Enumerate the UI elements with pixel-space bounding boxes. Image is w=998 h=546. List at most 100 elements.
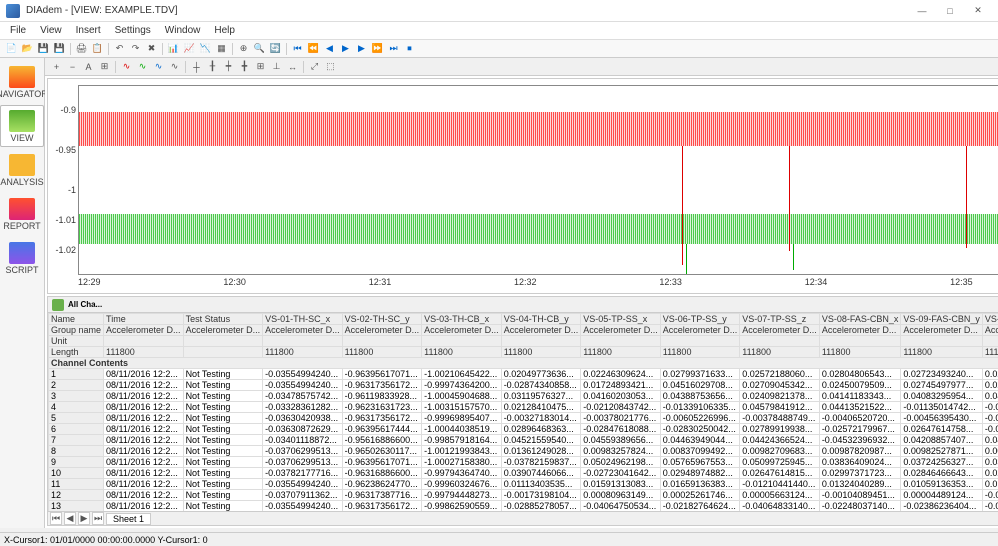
table-cell[interactable]: -0.01135014742... [901,402,983,413]
table-cell[interactable]: -0.00456395430... [901,413,983,424]
table-cell[interactable]: -0.03554994240... [263,380,343,391]
table-cell[interactable]: -0.02460505570... [982,501,998,512]
table-header-cell[interactable]: 111800 [501,347,581,358]
table-cell[interactable]: -0.03401118872... [263,435,343,446]
table-cell[interactable]: 0.03730296727... [982,457,998,468]
table-cell[interactable]: 6 [49,424,104,435]
maximize-button[interactable]: □ [936,2,964,20]
table-header-cell[interactable]: Accelerometer D... [660,325,740,336]
table-header-cell[interactable]: Accelerometer D... [581,325,661,336]
table-cell[interactable]: -0.03706299513... [263,446,343,457]
table-cell[interactable]: 0.05099725945... [740,457,820,468]
table-cell[interactable]: -1.00044038519... [422,424,502,435]
table-cell[interactable]: 9 [49,457,104,468]
table-cell[interactable]: -0.03554994240... [263,501,343,512]
next-fast-icon[interactable]: ⏩ [370,41,385,56]
table-cell[interactable]: 0.04516029708... [660,380,740,391]
table-cell[interactable]: -0.02386236404... [901,501,983,512]
table-cell[interactable]: -0.01210441440... [740,479,820,490]
stop-icon[interactable]: ⏹ [402,41,417,56]
table-cell[interactable]: -0.00327183014... [501,413,581,424]
table-cell[interactable]: 0.02752639565... [982,369,998,380]
table-header-cell[interactable]: VS-08-FAS-CBN_x [819,314,901,325]
table-cell[interactable]: -0.96502630117... [342,446,422,457]
table-cell[interactable]: -0.99974364200... [422,380,502,391]
table-row[interactable]: Group nameAccelerometer D...Acceleromete… [49,325,998,336]
table-cell[interactable]: 0.00025261746... [660,490,740,501]
table-cell[interactable]: 11 [49,479,104,490]
table-cell[interactable]: 0.02572188060... [740,369,820,380]
table-cell[interactable]: -0.02723041642... [581,468,661,479]
table-cell[interactable]: 0.03119576327... [501,391,581,402]
table-cell[interactable]: 0.04161569755... [982,391,998,402]
last-icon[interactable]: ⏭ [386,41,401,56]
table-cell[interactable]: 10 [49,468,104,479]
sheet-tab[interactable]: Sheet 1 [106,513,151,525]
new-icon[interactable]: 📄 [4,41,19,56]
table-header-cell[interactable]: Test Status [183,314,263,325]
table-header-cell[interactable]: Accelerometer D... [740,325,820,336]
table-cell[interactable]: 08/11/2016 12:2... [104,380,184,391]
table-cell[interactable]: 08/11/2016 12:2... [104,490,184,501]
first-icon[interactable]: ⏮ [290,41,305,56]
table-cell[interactable]: Not Testing [183,435,263,446]
chart-icon[interactable]: 📊 [166,41,181,56]
table-cell[interactable]: 0.04579841912... [740,402,820,413]
table-cell[interactable]: 0.00982527871... [901,446,983,457]
table-cell[interactable]: -0.00616520720... [982,413,998,424]
table-cell[interactable]: 08/11/2016 12:2... [104,435,184,446]
table-cell[interactable]: -0.02120843742... [581,402,661,413]
table-cell[interactable]: 1 [49,369,104,380]
table-cell[interactable]: Not Testing [183,424,263,435]
table-cell[interactable]: -0.04380666036... [982,424,998,435]
tool-b-icon[interactable]: ⊞ [97,59,112,74]
minimize-button[interactable]: — [908,2,936,20]
table-cell[interactable]: -0.02182764624... [660,501,740,512]
table-cell[interactable]: -0.03707911362... [263,490,343,501]
table-cell[interactable]: 0.02745497977... [901,380,983,391]
table-cell[interactable]: -0.96317387716... [342,490,422,501]
table-cell[interactable]: -0.01198470448... [982,402,998,413]
table-cell[interactable]: 0.04388753656... [660,391,740,402]
table-cell[interactable]: 08/11/2016 12:2... [104,468,184,479]
table-header-cell[interactable]: VS-03-TH-CB_x [422,314,502,325]
table-header-cell[interactable]: Accelerometer D... [183,325,263,336]
table-header-cell[interactable]: 111800 [581,347,661,358]
table-cell[interactable]: 0.02896468363... [501,424,581,435]
table-cell[interactable]: 0.02804806543... [819,369,901,380]
table-cell[interactable]: 0.04682647413... [982,435,998,446]
data-table-scroll[interactable]: NameTimeTest StatusVS-01-TH-SC_xVS-02-TH… [48,313,998,511]
table-cell[interactable]: 4 [49,402,104,413]
cursor4-icon[interactable]: ╋ [237,59,252,74]
grid-icon[interactable]: ⊞ [253,59,268,74]
menu-insert[interactable]: Insert [70,24,107,37]
undo-icon[interactable]: ↶ [112,41,127,56]
table-cell[interactable]: -0.99862590559... [422,501,502,512]
table-cell[interactable]: Not Testing [183,380,263,391]
curve2-icon[interactable]: ∿ [135,59,150,74]
table-cell[interactable]: 0.02846466643... [901,468,983,479]
table-cell[interactable]: 0.04424366524... [740,435,820,446]
table-cell[interactable]: 0.02799371633... [660,369,740,380]
table-cell[interactable]: 0.04141183343... [819,391,901,402]
table-cell[interactable]: 0.02246309624... [581,369,661,380]
table-header-cell[interactable]: VS-01-TH-SC_x [263,314,343,325]
next-icon[interactable]: ▶ [354,41,369,56]
table-cell[interactable]: 0.01724893421... [581,380,661,391]
refresh-icon[interactable]: 🔄 [268,41,283,56]
table-header-cell[interactable] [901,336,983,347]
table-header-cell[interactable] [263,336,343,347]
table-cell[interactable]: 08/11/2016 12:2... [104,424,184,435]
table-row[interactable]: 1108/11/2016 12:2...Not Testing-0.035549… [49,479,998,490]
table-row[interactable]: 1008/11/2016 12:2...Not Testing-0.037821… [49,468,998,479]
table-row[interactable]: 308/11/2016 12:2...Not Testing-0.0347857… [49,391,998,402]
table-cell[interactable]: 0.02450079509... [819,380,901,391]
curve4-icon[interactable]: ∿ [167,59,182,74]
table-row[interactable]: Length1118001118001118001118001118001118… [49,347,998,358]
table-cell[interactable]: -0.96395617071... [342,457,422,468]
table-cell[interactable]: -0.04064750534... [581,501,661,512]
table-cell[interactable]: Not Testing [183,457,263,468]
sheet-next-button[interactable]: ▶ [78,512,90,525]
table-cell[interactable]: 0.00983257824... [581,446,661,457]
table-cell[interactable]: 3 [49,391,104,402]
